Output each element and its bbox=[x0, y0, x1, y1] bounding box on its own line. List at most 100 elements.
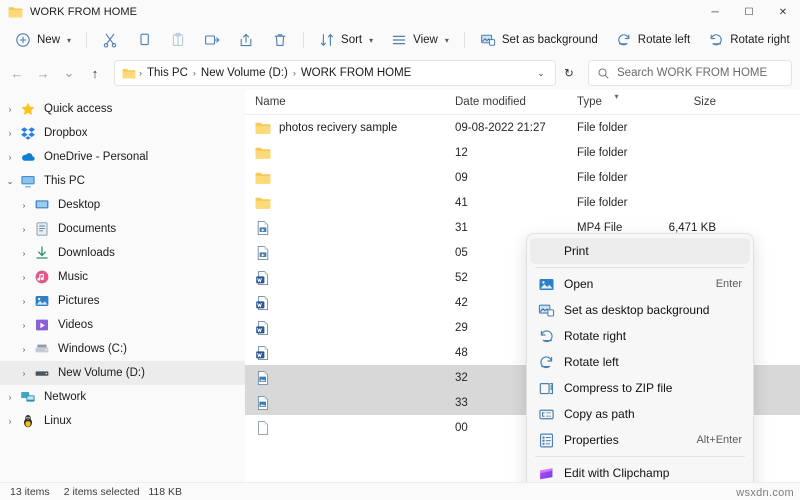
sort-button[interactable]: Sort ▾ bbox=[312, 27, 380, 53]
paste-button[interactable] bbox=[163, 27, 193, 53]
rotate-right-button[interactable]: Rotate right bbox=[701, 27, 796, 53]
expander-icon[interactable]: › bbox=[14, 369, 34, 378]
refresh-button[interactable]: ↻ bbox=[556, 60, 582, 86]
search-box[interactable]: Search WORK FROM HOME bbox=[588, 60, 792, 86]
view-button[interactable]: View ▾ bbox=[384, 27, 456, 53]
context-menu-item-copy-as-path[interactable]: Copy as path bbox=[530, 401, 750, 427]
sidebar-item-dropbox[interactable]: › Dropbox bbox=[0, 121, 245, 145]
table-row[interactable]: photos recivery sample 09-08-2022 21:27 … bbox=[245, 115, 800, 140]
set-as-background-button[interactable]: Set as background bbox=[473, 27, 605, 53]
expander-icon[interactable]: › bbox=[14, 225, 34, 234]
sidebar-label: Windows (C:) bbox=[58, 343, 128, 355]
context-menu-item-rotate-left[interactable]: Rotate left bbox=[530, 349, 750, 375]
breadcrumb-item-1[interactable]: New Volume (D:) bbox=[197, 67, 292, 79]
expander-icon[interactable]: › bbox=[0, 153, 20, 162]
sidebar-item-pictures[interactable]: › Pictures bbox=[0, 289, 245, 313]
breadcrumb-bar[interactable]: › This PC › New Volume (D:) › WORK FROM … bbox=[114, 60, 556, 86]
sidebar-item-desktop[interactable]: › Desktop bbox=[0, 193, 245, 217]
window-title: WORK FROM HOME bbox=[30, 6, 138, 18]
close-button[interactable]: ✕ bbox=[766, 0, 800, 24]
context-menu-label: Set as desktop background bbox=[564, 303, 710, 317]
context-menu-label: Open bbox=[564, 277, 594, 291]
context-menu-item-rotate-right[interactable]: Rotate right bbox=[530, 323, 750, 349]
column-header-size[interactable]: Size bbox=[662, 96, 726, 108]
sidebar-item-windows-c[interactable]: › Windows (C:) bbox=[0, 337, 245, 361]
expander-icon[interactable]: › bbox=[14, 201, 34, 210]
file-date: 31 bbox=[455, 221, 468, 234]
up-button[interactable]: ↑ bbox=[82, 60, 108, 86]
jpg-file-icon bbox=[257, 395, 269, 410]
expander-icon[interactable]: › bbox=[14, 249, 34, 258]
expander-icon[interactable]: › bbox=[0, 393, 20, 402]
mp4-file-icon bbox=[257, 220, 269, 235]
toolbar-separator-2 bbox=[303, 32, 305, 48]
sidebar-item-music[interactable]: › Music bbox=[0, 265, 245, 289]
drive-icon bbox=[35, 371, 49, 376]
file-date: 09-08-2022 21:27 bbox=[455, 121, 546, 134]
image-icon bbox=[539, 278, 554, 290]
column-header-type[interactable]: ▾ Type bbox=[567, 92, 662, 108]
sidebar-item-network[interactable]: › Network bbox=[0, 385, 245, 409]
forward-button[interactable]: → bbox=[30, 60, 56, 86]
recent-locations-button[interactable]: ⌄ bbox=[56, 60, 82, 86]
column-header-name[interactable]: Name bbox=[245, 96, 445, 108]
table-row[interactable]: 41 File folder bbox=[245, 190, 800, 215]
expander-icon[interactable]: › bbox=[14, 321, 34, 330]
rotate-left-icon bbox=[618, 34, 630, 46]
sidebar-label: This PC bbox=[44, 175, 85, 187]
sidebar-label: Desktop bbox=[58, 199, 101, 211]
expander-icon[interactable]: ⌄ bbox=[0, 177, 20, 186]
context-menu-item-properties[interactable]: Properties Alt+Enter bbox=[530, 427, 750, 453]
rename-button[interactable] bbox=[197, 27, 227, 53]
table-row[interactable]: 09 File folder bbox=[245, 165, 800, 190]
new-button[interactable]: New ▾ bbox=[8, 27, 78, 53]
cut-button[interactable] bbox=[95, 27, 125, 53]
this-pc-icon bbox=[21, 176, 35, 188]
set-as-background-label: Set as background bbox=[501, 34, 598, 46]
folder-icon bbox=[255, 197, 271, 209]
table-row[interactable]: 12 File folder bbox=[245, 140, 800, 165]
sidebar-label: Music bbox=[58, 271, 89, 283]
expander-icon[interactable]: › bbox=[0, 417, 20, 426]
context-menu-accelerator: Alt+Enter bbox=[696, 434, 742, 446]
expander-icon[interactable]: › bbox=[14, 273, 34, 282]
context-menu-item-print[interactable]: Print bbox=[530, 238, 750, 264]
copy-button[interactable] bbox=[129, 27, 159, 53]
expander-icon[interactable]: › bbox=[14, 297, 34, 306]
expander-icon[interactable]: › bbox=[14, 345, 34, 354]
expander-icon[interactable]: › bbox=[0, 105, 20, 114]
context-menu-item-compress-to-zip[interactable]: Compress to ZIP file bbox=[530, 375, 750, 401]
context-menu-label: Print bbox=[564, 244, 589, 258]
sidebar-item-documents[interactable]: › Documents bbox=[0, 217, 245, 241]
search-input[interactable]: Search WORK FROM HOME bbox=[617, 67, 767, 79]
sidebar-label: OneDrive - Personal bbox=[44, 151, 149, 163]
minimize-button[interactable]: ─ bbox=[698, 0, 732, 24]
share-button[interactable] bbox=[231, 27, 261, 53]
sidebar-label: New Volume (D:) bbox=[58, 367, 145, 379]
column-header-date-modified[interactable]: Date modified bbox=[445, 96, 567, 108]
sidebar-item-videos[interactable]: › Videos bbox=[0, 313, 245, 337]
plus-circle-icon bbox=[16, 33, 30, 47]
context-menu-item-set-as-desktop-background[interactable]: Set as desktop background bbox=[530, 297, 750, 323]
sidebar-item-new-volume-d[interactable]: › New Volume (D:) bbox=[0, 361, 245, 385]
sidebar-item-onedrive[interactable]: › OneDrive - Personal bbox=[0, 145, 245, 169]
breadcrumb-item-0[interactable]: This PC bbox=[143, 67, 192, 79]
share-icon bbox=[240, 33, 252, 47]
file-name: photos recivery sample bbox=[279, 121, 398, 134]
sidebar-item-quick-access[interactable]: › Quick access bbox=[0, 97, 245, 121]
rename-icon bbox=[205, 35, 220, 45]
back-button[interactable]: ← bbox=[4, 60, 30, 86]
sidebar-item-this-pc[interactable]: ⌄ This PC bbox=[0, 169, 245, 193]
delete-button[interactable] bbox=[265, 27, 295, 53]
maximize-button[interactable]: ☐ bbox=[732, 0, 766, 24]
context-menu-item-edit-with-clipchamp[interactable]: Edit with Clipchamp bbox=[530, 460, 750, 482]
breadcrumb-dropdown-icon[interactable]: ⌄ bbox=[531, 68, 551, 79]
rotate-left-button[interactable]: Rotate left bbox=[609, 27, 697, 53]
sidebar-item-downloads[interactable]: › Downloads bbox=[0, 241, 245, 265]
expander-icon[interactable]: › bbox=[0, 129, 20, 138]
file-type: File folder bbox=[577, 171, 628, 184]
sidebar-item-linux[interactable]: › Linux bbox=[0, 409, 245, 433]
context-menu-item-open[interactable]: Open Enter bbox=[530, 271, 750, 297]
watermark: wsxdn.com bbox=[736, 487, 794, 499]
breadcrumb-item-2[interactable]: WORK FROM HOME bbox=[297, 67, 416, 79]
